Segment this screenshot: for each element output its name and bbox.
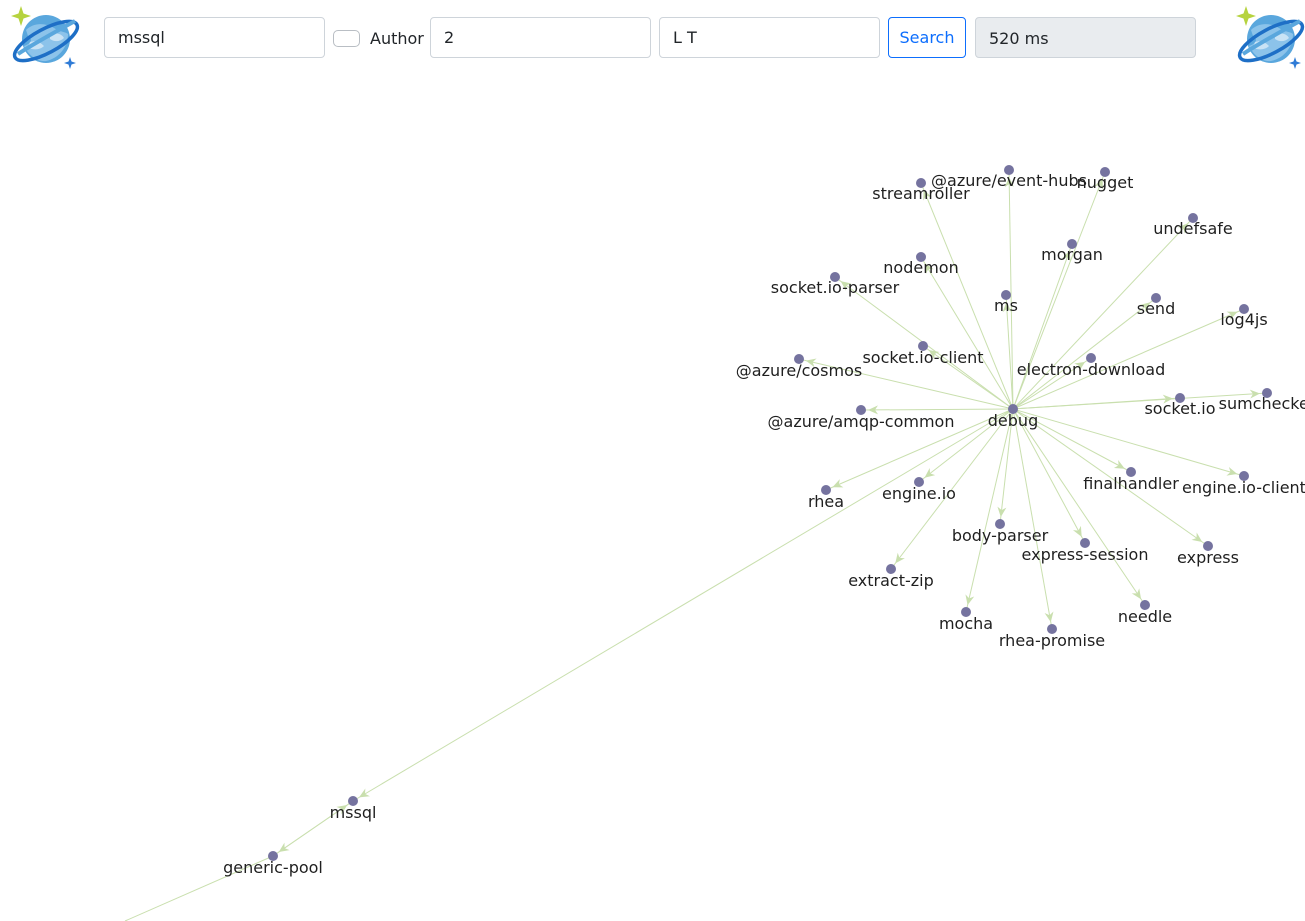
edge-debug-to-morgan — [1012, 243, 1073, 410]
node-label: log4js — [1220, 310, 1267, 329]
edge-arrowhead — [1113, 460, 1125, 469]
graph-node-generic-pool[interactable]: generic-pool — [223, 851, 323, 877]
node-label: body-parser — [952, 526, 1049, 545]
edge-debug-to-mssql — [352, 408, 1014, 802]
dependency-graph[interactable]: debugmssqlgeneric-poolstreamroller@azure… — [0, 0, 1305, 921]
node-label: @azure/event-hubs — [931, 171, 1087, 190]
node-label: generic-pool — [223, 858, 323, 877]
node-label: rhea-promise — [999, 631, 1105, 650]
edge-debug-to-log4js — [1012, 308, 1245, 410]
node-label: express-session — [1022, 545, 1149, 564]
graph-node-engine-io[interactable]: engine.io — [882, 477, 956, 503]
graph-node-amqp-common[interactable]: @azure/amqp-common — [768, 405, 955, 431]
node-label: extract-zip — [848, 571, 934, 590]
graph-node-send[interactable]: send — [1137, 293, 1175, 318]
node-label: mssql — [330, 803, 377, 822]
edge-arrowhead — [895, 552, 905, 564]
edge-arrowhead — [278, 842, 290, 853]
graph-node-rhea[interactable]: rhea — [808, 485, 844, 511]
edge-arrowhead — [1072, 525, 1082, 537]
graph-node-log4js[interactable]: log4js — [1220, 304, 1268, 329]
graph-node-sumchecker[interactable]: sumchecker — [1219, 388, 1305, 413]
graph-node-mssql[interactable]: mssql — [330, 796, 377, 822]
graph-node-needle[interactable]: needle — [1118, 600, 1172, 626]
graph-node-nodemon[interactable]: nodemon — [883, 252, 959, 277]
node-label: morgan — [1041, 245, 1103, 264]
node-label: rhea — [808, 492, 844, 511]
node-label: engine.io — [882, 484, 956, 503]
graph-node-body-parser[interactable]: body-parser — [952, 519, 1049, 545]
graph-node-express[interactable]: express — [1177, 541, 1239, 567]
edge-arrowhead — [359, 788, 370, 798]
node-label: electron-download — [1017, 360, 1166, 379]
node-label: undefsafe — [1153, 219, 1233, 238]
graph-node-rhea-promise[interactable]: rhea-promise — [999, 624, 1105, 650]
graph-node-socket-io-parser[interactable]: socket.io-parser — [771, 272, 900, 297]
node-label: send — [1137, 299, 1175, 318]
edge-arrowhead — [1131, 588, 1142, 600]
graph-node-electron-download[interactable]: electron-download — [1017, 353, 1166, 379]
graph-node-finalhandler[interactable]: finalhandler — [1083, 467, 1179, 493]
node-label: engine.io-client — [1182, 478, 1305, 497]
graph-node-event-hubs[interactable]: @azure/event-hubs — [931, 165, 1087, 190]
graph-node-extract-zip[interactable]: extract-zip — [848, 564, 934, 590]
graph-node-undefsafe[interactable]: undefsafe — [1153, 213, 1233, 238]
node-label: express — [1177, 548, 1239, 567]
graph-node-cosmos[interactable]: @azure/cosmos — [736, 354, 862, 380]
graph-node-mocha[interactable]: mocha — [939, 607, 993, 633]
graph-node-morgan[interactable]: morgan — [1041, 239, 1103, 264]
graph-node-socket-io-client[interactable]: socket.io-client — [862, 341, 984, 367]
edge-debug-to-engine-io-client — [1012, 408, 1245, 477]
graph-node-engine-io-client[interactable]: engine.io-client — [1182, 471, 1305, 497]
edge-debug-to-rhea-promise — [1012, 408, 1053, 630]
node-label: sumchecker — [1219, 394, 1305, 413]
node-label: ms — [994, 296, 1018, 315]
edge-arrowhead — [1191, 532, 1203, 542]
node-label: finalhandler — [1083, 474, 1179, 493]
node-label: mocha — [939, 614, 993, 633]
edge-arrowhead — [924, 468, 936, 478]
node-label: debug — [988, 411, 1038, 430]
edge-debug-to-nodemon — [920, 256, 1014, 410]
node-label: socket.io — [1144, 399, 1215, 418]
edge-debug-to-needle — [1012, 408, 1146, 606]
node-label: needle — [1118, 607, 1172, 626]
node-label: @azure/amqp-common — [768, 412, 955, 431]
node-label: @azure/cosmos — [736, 361, 862, 380]
node-label: nodemon — [883, 258, 958, 277]
edge-debug-to-amqp-common — [860, 408, 1014, 411]
node-label: nugget — [1077, 173, 1134, 192]
node-label: socket.io-client — [862, 348, 983, 367]
node-label: socket.io-parser — [771, 278, 900, 297]
graph-node-ms[interactable]: ms — [994, 290, 1018, 315]
